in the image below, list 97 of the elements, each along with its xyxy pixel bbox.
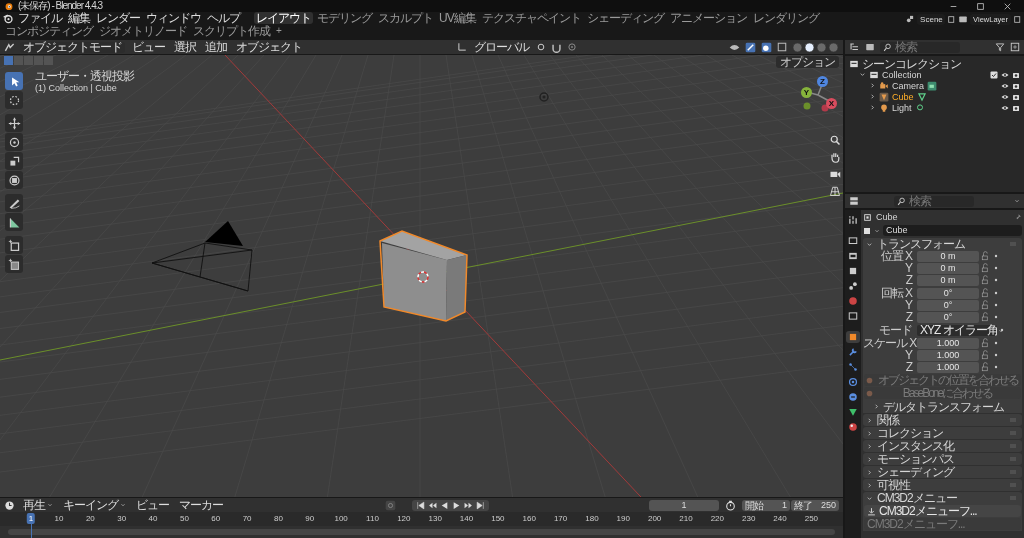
object-label: (1) Collection | Cube (35, 82, 118, 94)
current-frame-field[interactable]: 1 (649, 499, 719, 511)
frame-number[interactable]: 110 (364, 513, 381, 524)
panel-title[interactable]: 関係 (877, 414, 899, 426)
menu-item[interactable]: 選択 (172, 41, 198, 53)
field-label: スケール X (863, 337, 915, 349)
menu-item[interactable]: オブジェクト (234, 41, 304, 53)
field-label: 回転 X (879, 287, 914, 299)
number-field[interactable]: 0° (917, 299, 979, 311)
menu-item[interactable]: ヘルプ (205, 12, 242, 24)
outliner-item[interactable]: Light (892, 101, 912, 114)
frame-number[interactable]: 250 (802, 513, 821, 524)
orientation-dropdown[interactable]: グローバル (471, 41, 531, 53)
menu-item[interactable]: ファイル (16, 12, 64, 24)
menu-item[interactable]: 再生 (21, 499, 55, 511)
number-field[interactable]: 0° (917, 311, 979, 323)
frame-number[interactable]: 180 (583, 513, 601, 524)
frame-number[interactable]: 230 (740, 513, 758, 524)
window-title: (未保存) - Blender 4.4.3 (18, 0, 103, 12)
number-field[interactable]: 0° (917, 287, 979, 299)
menu-item[interactable]: ビュー (130, 41, 167, 53)
field-label: 位置 X (879, 250, 914, 262)
add-workspace-button[interactable]: + (274, 25, 284, 37)
menu-item[interactable]: レンダー (94, 12, 142, 24)
field-label: Z (904, 361, 914, 373)
scene-field[interactable]: Scene (917, 13, 946, 25)
start-frame-field[interactable]: 開始 1 (742, 499, 790, 511)
number-field[interactable]: 0 m (917, 250, 979, 262)
workspace-tab[interactable]: スクリプト作成 (191, 25, 272, 37)
workspace-tab[interactable]: スカルプト (376, 12, 435, 24)
end-frame-field[interactable]: 終了 250 (791, 499, 839, 511)
field-value: 250 (820, 499, 836, 511)
field-label: 開始 (745, 499, 763, 511)
workspace-tab[interactable]: シェーディング (584, 12, 666, 24)
axis-handle[interactable]: Y (801, 87, 812, 98)
action-button[interactable]: CM3D2メニューフ... (864, 505, 1021, 517)
workspace-tab[interactable]: アニメーション (667, 12, 749, 24)
frame-number[interactable]: 220 (708, 513, 726, 524)
number-field[interactable]: 0 m (917, 262, 979, 274)
axis-handle[interactable]: X (826, 98, 837, 109)
workspace-tab[interactable]: コンポジティング (3, 25, 95, 37)
field-label: モード (878, 324, 913, 336)
number-field[interactable]: 1.000 (917, 349, 979, 361)
frame-number[interactable]: 190 (614, 513, 632, 524)
field-label: 終了 (794, 499, 812, 511)
frame-number[interactable]: 150 (489, 513, 507, 524)
frame-number[interactable]: 70 (240, 513, 254, 524)
name-field[interactable]: Cube (883, 225, 1022, 236)
object-name: Cube (876, 211, 898, 223)
frame-number[interactable]: 60 (209, 513, 223, 524)
frame-number[interactable]: 20 (83, 513, 97, 524)
workspace-tab[interactable]: テクスチャペイント (479, 12, 583, 24)
menu-item[interactable]: ウィンドウ (144, 12, 203, 24)
menu-item[interactable]: 編集 (66, 12, 92, 24)
menu-item[interactable]: ビュー (134, 499, 171, 511)
frame-number[interactable]: 200 (645, 513, 664, 524)
menu-item[interactable]: 追加 (203, 41, 229, 53)
field-label: Z (904, 274, 914, 286)
field-label: Z (904, 311, 914, 323)
number-field[interactable]: 0 m (917, 274, 979, 286)
workspace-tab[interactable]: モデリング (315, 12, 374, 24)
frame-number[interactable]: 160 (520, 513, 538, 524)
field-label: Y (904, 349, 914, 361)
workspace-tab[interactable]: レイアウト (254, 12, 313, 24)
menu-item[interactable]: マーカー (177, 499, 225, 511)
frame-number[interactable]: 170 (551, 513, 570, 524)
search-placeholder: 検索 (895, 41, 917, 53)
frame-number[interactable]: 10 (52, 513, 66, 524)
workspace-tab[interactable]: UV編集 (437, 12, 478, 24)
view-label: ユーザー・透視投影 (35, 70, 134, 82)
workspace-tab[interactable]: ジオメトリノード (97, 25, 189, 37)
axis-handle[interactable]: Z (817, 76, 828, 87)
field-value: 1 (782, 499, 787, 511)
search-placeholder: 検索 (909, 195, 931, 207)
scene-collection-label[interactable]: シーンコレクション (862, 57, 961, 70)
frame-number[interactable]: 130 (426, 513, 444, 524)
options-button[interactable]: オプション (776, 56, 839, 68)
number-field[interactable]: 1.000 (917, 337, 979, 349)
mode-dropdown[interactable]: オブジェクトモード (20, 41, 125, 53)
field-label: Y (904, 299, 914, 311)
frame-number[interactable]: 100 (332, 513, 350, 524)
frame-number[interactable]: 40 (146, 513, 160, 524)
number-field[interactable]: 1.000 (917, 361, 979, 373)
frame-number[interactable]: 50 (177, 513, 191, 524)
frame-number[interactable]: 240 (771, 513, 789, 524)
frame-number[interactable]: 120 (395, 513, 413, 524)
outliner-item[interactable]: Camera (892, 79, 924, 92)
frame-number[interactable]: 30 (115, 513, 129, 524)
frame-number[interactable]: 90 (303, 513, 317, 524)
frame-number[interactable]: 140 (457, 513, 476, 524)
frame-number[interactable]: 1 (26, 513, 36, 524)
menu-item[interactable]: キーイング (61, 499, 128, 511)
outliner-item[interactable]: Cube (892, 90, 914, 103)
field-label: Y (904, 262, 914, 274)
frame-number[interactable]: 210 (677, 513, 695, 524)
frame-number[interactable]: 80 (272, 513, 285, 524)
workspace-tab[interactable]: レンダリング (750, 12, 821, 24)
